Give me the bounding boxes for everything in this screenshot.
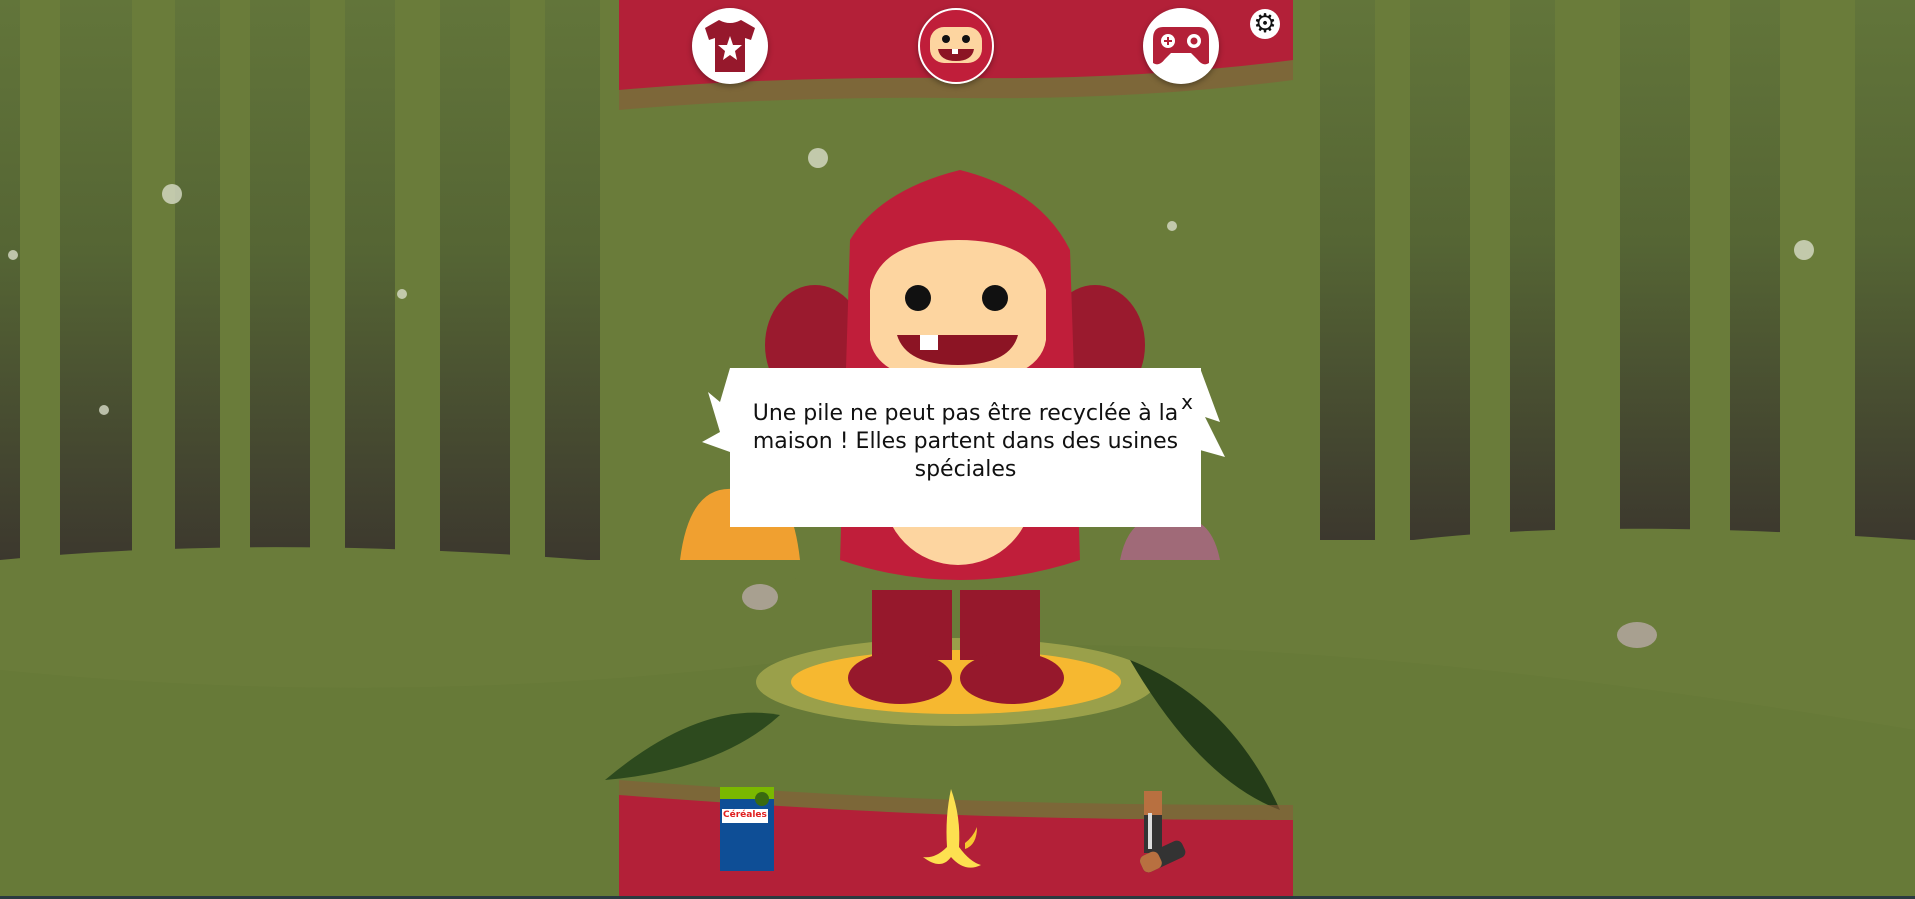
batteries-item[interactable] bbox=[1134, 787, 1196, 873]
banana-peel-item[interactable] bbox=[915, 787, 985, 873]
character-button[interactable] bbox=[918, 8, 994, 84]
tshirt-star-icon bbox=[705, 20, 755, 72]
gear-icon: ⚙ bbox=[1253, 9, 1277, 39]
settings-button[interactable]: ⚙ bbox=[1250, 9, 1280, 39]
wardrobe-button[interactable] bbox=[692, 8, 768, 84]
gamepad-icon bbox=[1153, 27, 1209, 65]
cereal-box-icon bbox=[720, 787, 774, 871]
fact-dialog: x Une pile ne peut pas être recyclée à l… bbox=[730, 368, 1201, 527]
monster-face-icon bbox=[930, 27, 982, 63]
cereal-box-item[interactable]: Céréales bbox=[720, 787, 776, 873]
batteries-icon bbox=[1139, 791, 1186, 873]
banana-peel-icon bbox=[923, 789, 981, 868]
cereal-box-label: Céréales bbox=[723, 810, 767, 820]
dialog-message: Une pile ne peut pas être recyclée à la … bbox=[752, 401, 1179, 482]
games-button[interactable] bbox=[1143, 8, 1219, 84]
